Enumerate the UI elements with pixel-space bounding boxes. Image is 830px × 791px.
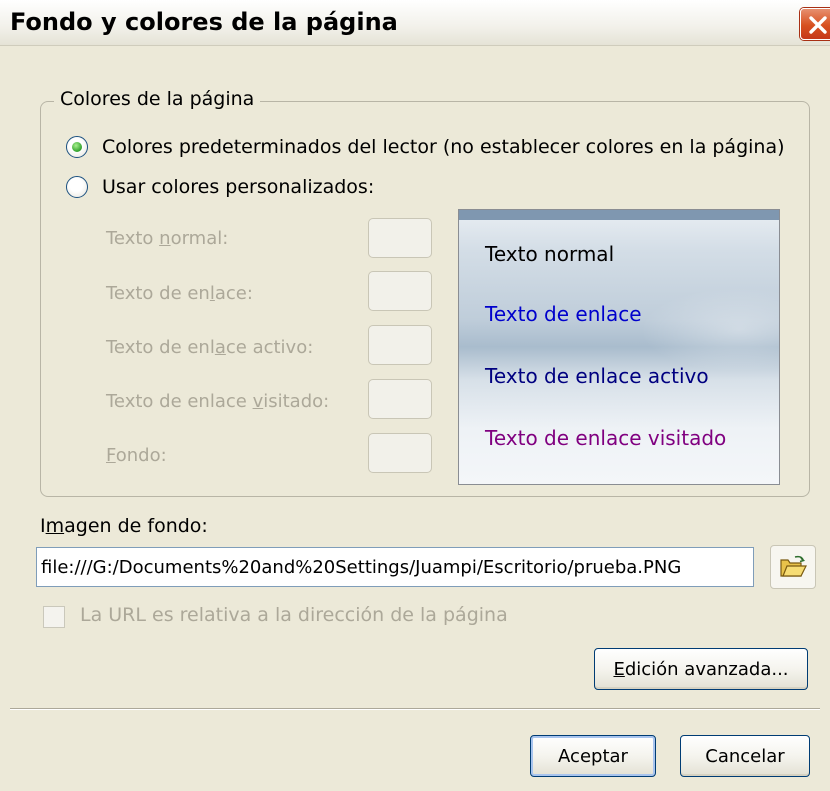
color-preview-panel: Texto normal Texto de enlace Texto de en… bbox=[458, 209, 780, 485]
button-separator bbox=[10, 708, 820, 710]
browse-button[interactable] bbox=[770, 545, 816, 589]
radio-default-colors-label: Colores predeterminados del lector (no e… bbox=[102, 136, 785, 158]
link-text-label: Texto de enlace: bbox=[106, 283, 253, 304]
page-colors-legend: Colores de la página bbox=[54, 88, 261, 110]
preview-link-text: Texto de enlace bbox=[485, 302, 642, 326]
radio-custom-colors-row[interactable]: Usar colores personalizados: bbox=[66, 173, 374, 201]
advanced-edit-button[interactable]: Edición avanzada... bbox=[594, 648, 808, 690]
cancel-button[interactable]: Cancelar bbox=[680, 735, 810, 777]
open-folder-icon bbox=[780, 555, 807, 577]
relative-url-checkbox-label: La URL es relativa a la dirección de la … bbox=[80, 604, 508, 626]
close-icon bbox=[809, 16, 827, 34]
visited-link-label: Texto de enlace visitado: bbox=[106, 391, 330, 412]
preview-normal-text: Texto normal bbox=[485, 242, 615, 266]
background-image-url-input[interactable]: file:///G:/Documents%20and%20Settings/Ju… bbox=[36, 547, 754, 587]
radio-custom-colors[interactable] bbox=[66, 176, 88, 198]
active-link-color-swatch[interactable] bbox=[368, 325, 432, 365]
normal-text-label: Texto normal: bbox=[106, 228, 229, 249]
close-button[interactable] bbox=[800, 8, 830, 40]
ok-button[interactable]: Aceptar bbox=[530, 735, 656, 777]
relative-url-checkbox[interactable] bbox=[43, 606, 65, 628]
radio-default-colors[interactable] bbox=[66, 136, 88, 158]
preview-active-link-text: Texto de enlace activo bbox=[485, 364, 709, 388]
background-color-swatch[interactable] bbox=[368, 433, 432, 473]
preview-visited-link-text: Texto de enlace visitado bbox=[485, 426, 727, 450]
dialog-title: Fondo y colores de la página bbox=[10, 8, 398, 36]
background-color-label: Fondo: bbox=[106, 445, 167, 466]
active-link-label: Texto de enlace activo: bbox=[106, 337, 314, 358]
visited-link-color-swatch[interactable] bbox=[368, 379, 432, 419]
link-text-color-swatch[interactable] bbox=[368, 271, 432, 311]
radio-default-colors-row[interactable]: Colores predeterminados del lector (no e… bbox=[66, 133, 785, 161]
title-bar: Fondo y colores de la página bbox=[0, 0, 830, 46]
radio-custom-colors-label: Usar colores personalizados: bbox=[102, 176, 375, 198]
preview-top-bar bbox=[459, 210, 779, 220]
background-image-label: Imagen de fondo: bbox=[40, 515, 208, 537]
normal-text-color-swatch[interactable] bbox=[368, 218, 432, 258]
